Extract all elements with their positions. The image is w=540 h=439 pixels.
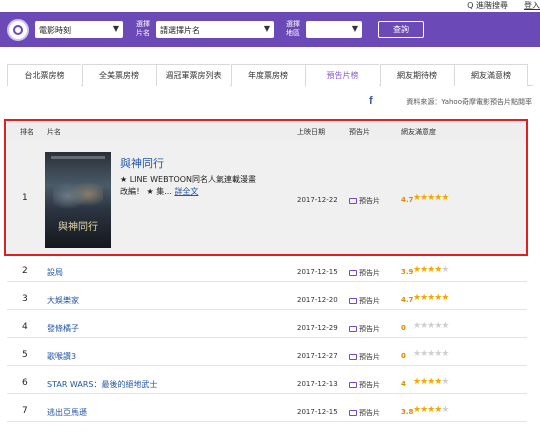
row-date: 2017-12-27 [297, 352, 338, 360]
table-row[interactable]: 5 歌喉讚3 2017-12-27 預告片 0 ★★★★★ [7, 345, 527, 366]
tab-1[interactable]: 全美票房榜 [81, 64, 156, 86]
row-title[interactable]: 大娛樂家 [47, 295, 79, 306]
tab-0[interactable]: 台北票房榜 [7, 64, 81, 86]
row-trailer-link[interactable]: 預告片 [349, 324, 380, 334]
chevron-down-icon: ▼ [351, 24, 358, 33]
row-trailer-link[interactable]: 預告片 [349, 296, 380, 306]
row-stars: ★★★★★ [413, 377, 449, 387]
row-score: 3.9 [401, 268, 414, 276]
row-title[interactable]: 發條橘子 [47, 323, 79, 334]
table-row[interactable]: 3 大娛樂家 2017-12-20 預告片 4.7 ★★★★★ [7, 289, 527, 310]
tab-6[interactable]: 網友滿意榜 [454, 64, 528, 86]
highlight-box [4, 119, 528, 256]
row-date: 2017-12-13 [297, 380, 338, 388]
tab-4[interactable]: 預告片榜 [305, 64, 379, 87]
source-note: 資料來源：Yahoo奇摩電影預告片點閱率 [406, 98, 532, 106]
row-score: 0 [401, 324, 406, 332]
row-rank: 4 [22, 322, 28, 332]
tab-5[interactable]: 網友期待榜 [379, 64, 454, 86]
login-link[interactable]: 登入 [524, 0, 540, 11]
movie-select-label: 選擇片名 [136, 20, 150, 37]
row-stars: ★★★★★ [413, 405, 449, 415]
row-stars: ★★★★★ [413, 293, 449, 303]
row-date: 2017-12-15 [297, 268, 338, 276]
trailer-icon [349, 270, 357, 276]
film-reel-icon [7, 19, 29, 41]
region-select[interactable]: ▼ [306, 21, 362, 38]
category-select-value: 電影時刻 [39, 26, 71, 35]
row-rank: 5 [22, 350, 28, 360]
row-stars: ★★★★★ [413, 265, 449, 275]
table-row[interactable]: 2 設局 2017-12-15 預告片 3.9 ★★★★★ [7, 261, 527, 282]
ranking-tabs: 台北票房榜 全美票房榜 週冠軍票房列表 年度票房榜 預告片榜 網友期待榜 網友滿意榜 [7, 64, 533, 87]
row-trailer-link[interactable]: 預告片 [349, 380, 380, 390]
star-icon: ★ [441, 349, 449, 359]
row-date: 2017-12-29 [297, 324, 338, 332]
star-icon: ★ [441, 377, 449, 387]
table-row[interactable]: 6 STAR WARS：最後的絕地武士 2017-12-13 預告片 4 ★★★★★ [7, 373, 527, 394]
row-trailer-link[interactable]: 預告片 [349, 408, 380, 418]
row-rank: 6 [22, 378, 28, 388]
facebook-icon[interactable]: f [369, 96, 377, 107]
row-title[interactable]: 設局 [47, 267, 63, 278]
star-icon: ★ [441, 265, 449, 275]
chevron-down-icon: ▼ [263, 24, 270, 33]
star-icon: ★ [441, 405, 449, 415]
trailer-icon [349, 410, 357, 416]
star-icon: ★ [441, 321, 449, 331]
tab-3[interactable]: 年度票房榜 [230, 64, 305, 86]
category-select[interactable]: 電影時刻 ▼ [35, 21, 123, 38]
row-stars: ★★★★★ [413, 321, 449, 331]
row-date: 2017-12-15 [297, 408, 338, 416]
row-title[interactable]: 逃出亞馬遜 [47, 407, 87, 418]
query-button[interactable]: 查詢 [378, 21, 424, 38]
region-select-label: 選擇地區 [286, 20, 300, 37]
row-title[interactable]: 歌喉讚3 [47, 351, 76, 362]
row-rank: 2 [22, 266, 28, 276]
row-score: 4.7 [401, 296, 414, 304]
row-score: 3.8 [401, 408, 414, 416]
row-rank: 3 [22, 294, 28, 304]
star-icon: ★ [441, 293, 449, 303]
trailer-icon [349, 298, 357, 304]
movie-select[interactable]: 請選擇片名 ▼ [156, 21, 274, 38]
tab-2[interactable]: 週冠軍票房列表 [156, 64, 230, 86]
trailer-icon [349, 382, 357, 388]
table-row[interactable]: 7 逃出亞馬遜 2017-12-15 預告片 3.8 ★★★★★ [7, 401, 527, 422]
row-title[interactable]: STAR WARS：最後的絕地武士 [47, 379, 158, 390]
trailer-icon [349, 326, 357, 332]
chevron-down-icon: ▼ [112, 24, 119, 33]
trailer-icon [349, 354, 357, 360]
movie-select-value: 請選擇片名 [160, 26, 200, 35]
row-score: 4 [401, 380, 406, 388]
row-trailer-link[interactable]: 預告片 [349, 268, 380, 278]
row-trailer-link[interactable]: 預告片 [349, 352, 380, 362]
row-date: 2017-12-20 [297, 296, 338, 304]
row-rank: 7 [22, 406, 28, 416]
row-score: 0 [401, 352, 406, 360]
advanced-search-link[interactable]: Q 進階搜尋 [467, 0, 508, 11]
row-stars: ★★★★★ [413, 349, 449, 359]
top-utility-bar: Q 進階搜尋 登入 [0, 0, 540, 12]
table-row[interactable]: 4 發條橘子 2017-12-29 預告片 0 ★★★★★ [7, 317, 527, 338]
filter-bar: 電影時刻 ▼ 選擇片名 請選擇片名 ▼ 選擇地區 ▼ 查詢 [0, 12, 540, 47]
